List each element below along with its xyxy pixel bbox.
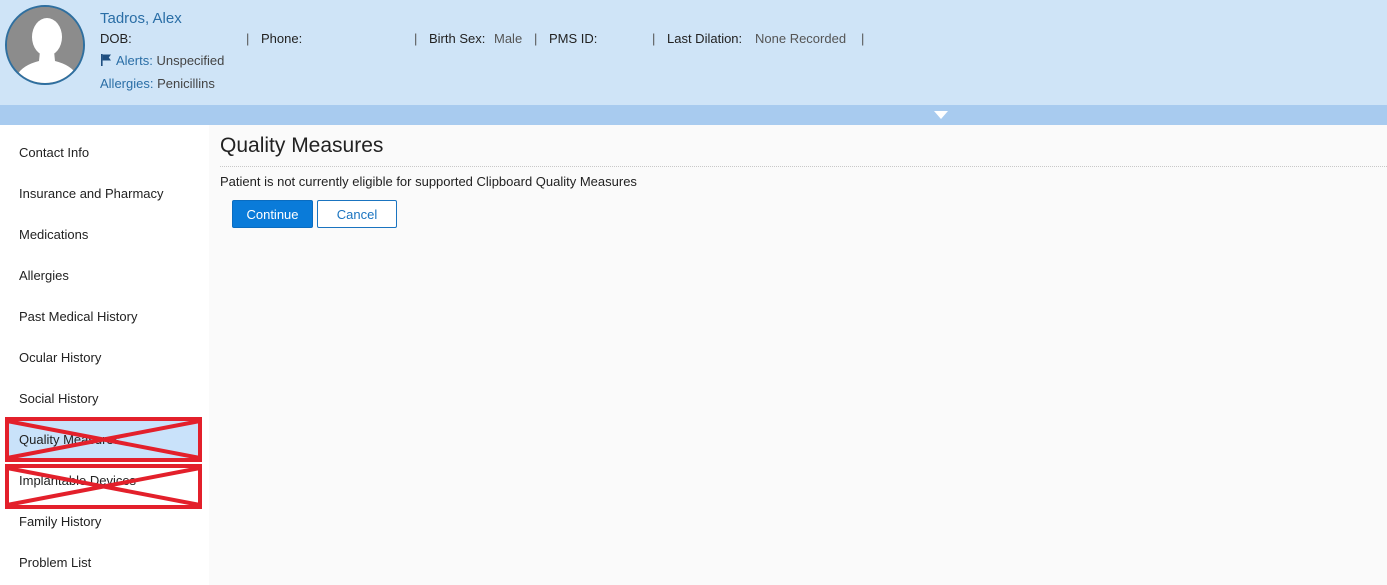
allergies-value: Penicillins <box>157 76 215 91</box>
page-title: Quality Measures <box>220 134 384 157</box>
eligibility-message: Patient is not currently eligible for su… <box>220 174 637 189</box>
sidebar-item-ocular-history[interactable]: Ocular History <box>7 338 201 378</box>
phone-label: Phone: <box>261 31 303 46</box>
separator: | <box>246 31 250 46</box>
patient-alerts[interactable]: Alerts: Unspecified <box>100 53 224 68</box>
alerts-value: Unspecified <box>156 53 225 68</box>
patient-header: Tadros, Alex DOB: | Phone: | Birth Sex: … <box>0 0 1387 105</box>
sidebar-item-past-medical-history[interactable]: Past Medical History <box>7 297 201 337</box>
sidebar-item-implantable-devices[interactable]: Implantable Devices <box>7 461 201 501</box>
sidebar-item-insurance-and-pharmacy[interactable]: Insurance and Pharmacy <box>7 174 201 214</box>
allergies-label: Allergies: <box>100 76 154 91</box>
last-dilation-label: Last Dilation: <box>667 31 743 46</box>
sidebar-item-allergies[interactable]: Allergies <box>7 256 201 296</box>
header-collapse-toggle[interactable] <box>0 105 1387 125</box>
alerts-label: Alerts: <box>116 53 153 68</box>
patient-allergies[interactable]: Allergies: Penicillins <box>100 76 215 91</box>
separator: | <box>534 31 538 46</box>
caret-down-icon <box>934 111 948 119</box>
separator: | <box>652 31 656 46</box>
user-silhouette-icon <box>7 7 83 83</box>
title-divider <box>220 166 1387 167</box>
sidebar-item-quality-measures[interactable]: Quality Measures <box>7 420 201 460</box>
separator: | <box>861 31 865 46</box>
continue-button[interactable]: Continue <box>232 200 313 228</box>
last-dilation-value: None Recorded <box>755 31 847 46</box>
birth-sex-value: Male <box>494 31 523 46</box>
sidebar-item-contact-info[interactable]: Contact Info <box>7 133 201 173</box>
pms-id-label: PMS ID: <box>549 31 598 46</box>
patient-name[interactable]: Tadros, Alex <box>100 10 182 27</box>
sidebar-item-family-history[interactable]: Family History <box>7 502 201 542</box>
dob-label: DOB: <box>100 31 132 46</box>
separator: | <box>414 31 418 46</box>
flag-icon <box>101 54 111 66</box>
cancel-button[interactable]: Cancel <box>317 200 397 228</box>
sidebar-nav: Contact Info Insurance and Pharmacy Medi… <box>0 125 209 585</box>
patient-avatar <box>5 5 85 85</box>
sidebar-item-medications[interactable]: Medications <box>7 215 201 255</box>
birth-sex-label: Birth Sex: <box>429 31 486 46</box>
sidebar-item-problem-list[interactable]: Problem List <box>7 543 201 583</box>
sidebar-item-social-history[interactable]: Social History <box>7 379 201 419</box>
main-content: Quality Measures Patient is not currentl… <box>209 125 1387 585</box>
